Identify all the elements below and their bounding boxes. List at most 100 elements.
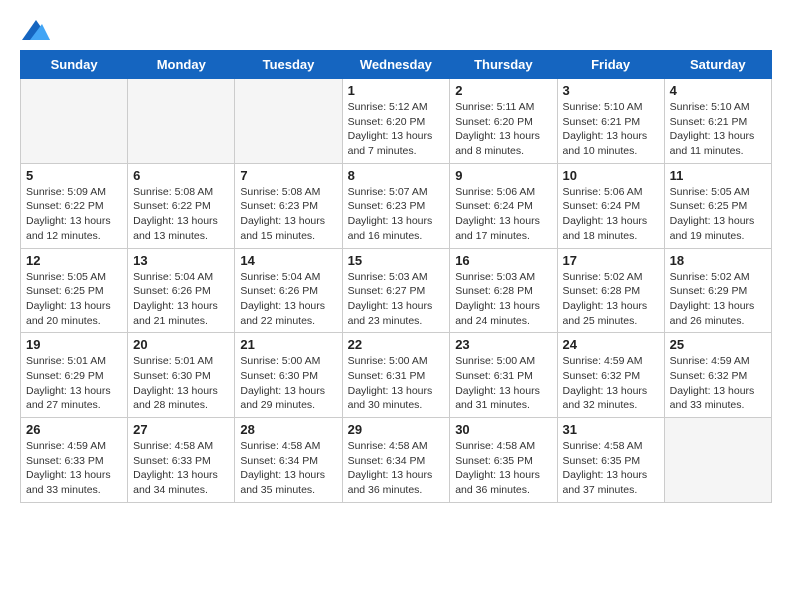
day-header-tuesday: Tuesday (235, 51, 342, 79)
calendar-cell: 12 Sunrise: 5:05 AM Sunset: 6:25 PM Dayli… (21, 248, 128, 333)
day-number: 9 (455, 168, 551, 183)
day-number: 25 (670, 337, 766, 352)
calendar-cell: 30 Sunrise: 4:58 AM Sunset: 6:35 PM Dayli… (450, 418, 557, 503)
day-number: 4 (670, 83, 766, 98)
day-number: 5 (26, 168, 122, 183)
day-info: Sunrise: 5:04 AM Sunset: 6:26 PM Dayligh… (240, 270, 336, 329)
calendar-cell: 1 Sunrise: 5:12 AM Sunset: 6:20 PM Daylig… (342, 79, 450, 164)
day-number: 17 (563, 253, 659, 268)
day-number: 8 (348, 168, 445, 183)
day-info: Sunrise: 4:59 AM Sunset: 6:33 PM Dayligh… (26, 439, 122, 498)
day-info: Sunrise: 5:05 AM Sunset: 6:25 PM Dayligh… (670, 185, 766, 244)
calendar-cell: 5Sunrise: 5:09 AM Sunset: 6:22 PM Daylig… (21, 163, 128, 248)
day-number: 10 (563, 168, 659, 183)
page-header (20, 20, 772, 34)
calendar-cell: 28 Sunrise: 4:58 AM Sunset: 6:34 PM Dayli… (235, 418, 342, 503)
day-info: Sunrise: 4:58 AM Sunset: 6:35 PM Dayligh… (455, 439, 551, 498)
day-number: 14 (240, 253, 336, 268)
calendar-cell: 17 Sunrise: 5:02 AM Sunset: 6:28 PM Dayli… (557, 248, 664, 333)
day-info: Sunrise: 5:00 AM Sunset: 6:30 PM Dayligh… (240, 354, 336, 413)
day-header-sunday: Sunday (21, 51, 128, 79)
day-info: Sunrise: 5:12 AM Sunset: 6:20 PM Dayligh… (348, 100, 445, 159)
day-number: 18 (670, 253, 766, 268)
calendar-cell: 24 Sunrise: 4:59 AM Sunset: 6:32 PM Dayli… (557, 333, 664, 418)
day-info: Sunrise: 4:58 AM Sunset: 6:33 PM Dayligh… (133, 439, 229, 498)
day-number: 29 (348, 422, 445, 437)
day-number: 1 (348, 83, 445, 98)
calendar-week-5: 26Sunrise: 4:59 AM Sunset: 6:33 PM Dayli… (21, 418, 772, 503)
day-info: Sunrise: 5:00 AM Sunset: 6:31 PM Dayligh… (348, 354, 445, 413)
calendar-cell: 6 Sunrise: 5:08 AM Sunset: 6:22 PM Daylig… (128, 163, 235, 248)
day-info: Sunrise: 4:59 AM Sunset: 6:32 PM Dayligh… (563, 354, 659, 413)
day-number: 2 (455, 83, 551, 98)
calendar-week-3: 12 Sunrise: 5:05 AM Sunset: 6:25 PM Dayli… (21, 248, 772, 333)
day-header-saturday: Saturday (664, 51, 771, 79)
day-number: 13 (133, 253, 229, 268)
day-number: 23 (455, 337, 551, 352)
day-number: 6 (133, 168, 229, 183)
day-info: Sunrise: 5:06 AM Sunset: 6:24 PM Dayligh… (455, 185, 551, 244)
logo-icon (22, 20, 50, 40)
calendar-cell: 4Sunrise: 5:10 AM Sunset: 6:21 PM Daylig… (664, 79, 771, 164)
calendar-cell: 16Sunrise: 5:03 AM Sunset: 6:28 PM Dayli… (450, 248, 557, 333)
day-number: 21 (240, 337, 336, 352)
day-info: Sunrise: 5:03 AM Sunset: 6:27 PM Dayligh… (348, 270, 445, 329)
calendar-cell: 3 Sunrise: 5:10 AM Sunset: 6:21 PM Daylig… (557, 79, 664, 164)
day-info: Sunrise: 4:58 AM Sunset: 6:34 PM Dayligh… (348, 439, 445, 498)
day-header-wednesday: Wednesday (342, 51, 450, 79)
calendar-week-2: 5Sunrise: 5:09 AM Sunset: 6:22 PM Daylig… (21, 163, 772, 248)
calendar-cell: 26Sunrise: 4:59 AM Sunset: 6:33 PM Dayli… (21, 418, 128, 503)
day-info: Sunrise: 5:04 AM Sunset: 6:26 PM Dayligh… (133, 270, 229, 329)
calendar-cell: 9 Sunrise: 5:06 AM Sunset: 6:24 PM Daylig… (450, 163, 557, 248)
day-info: Sunrise: 5:01 AM Sunset: 6:29 PM Dayligh… (26, 354, 122, 413)
day-info: Sunrise: 5:02 AM Sunset: 6:29 PM Dayligh… (670, 270, 766, 329)
day-number: 19 (26, 337, 122, 352)
day-info: Sunrise: 5:01 AM Sunset: 6:30 PM Dayligh… (133, 354, 229, 413)
calendar-cell: 27 Sunrise: 4:58 AM Sunset: 6:33 PM Dayli… (128, 418, 235, 503)
calendar-cell: 31 Sunrise: 4:58 AM Sunset: 6:35 PM Dayli… (557, 418, 664, 503)
calendar-cell: 13 Sunrise: 5:04 AM Sunset: 6:26 PM Dayli… (128, 248, 235, 333)
day-info: Sunrise: 5:08 AM Sunset: 6:22 PM Dayligh… (133, 185, 229, 244)
day-number: 20 (133, 337, 229, 352)
calendar-cell: 29 Sunrise: 4:58 AM Sunset: 6:34 PM Dayli… (342, 418, 450, 503)
day-info: Sunrise: 5:11 AM Sunset: 6:20 PM Dayligh… (455, 100, 551, 159)
calendar-cell (128, 79, 235, 164)
day-info: Sunrise: 5:06 AM Sunset: 6:24 PM Dayligh… (563, 185, 659, 244)
day-info: Sunrise: 5:10 AM Sunset: 6:21 PM Dayligh… (563, 100, 659, 159)
calendar-cell: 10 Sunrise: 5:06 AM Sunset: 6:24 PM Dayli… (557, 163, 664, 248)
calendar-cell (21, 79, 128, 164)
calendar-cell: 18 Sunrise: 5:02 AM Sunset: 6:29 PM Dayli… (664, 248, 771, 333)
day-number: 24 (563, 337, 659, 352)
calendar-header-row: SundayMondayTuesdayWednesdayThursdayFrid… (21, 51, 772, 79)
day-info: Sunrise: 5:07 AM Sunset: 6:23 PM Dayligh… (348, 185, 445, 244)
day-number: 30 (455, 422, 551, 437)
day-info: Sunrise: 5:00 AM Sunset: 6:31 PM Dayligh… (455, 354, 551, 413)
calendar-cell (664, 418, 771, 503)
calendar-cell: 19 Sunrise: 5:01 AM Sunset: 6:29 PM Dayli… (21, 333, 128, 418)
day-number: 7 (240, 168, 336, 183)
day-header-friday: Friday (557, 51, 664, 79)
day-number: 3 (563, 83, 659, 98)
calendar-cell: 2 Sunrise: 5:11 AM Sunset: 6:20 PM Daylig… (450, 79, 557, 164)
day-number: 27 (133, 422, 229, 437)
calendar-table: SundayMondayTuesdayWednesdayThursdayFrid… (20, 50, 772, 503)
calendar-cell: 15 Sunrise: 5:03 AM Sunset: 6:27 PM Dayli… (342, 248, 450, 333)
calendar-week-4: 19 Sunrise: 5:01 AM Sunset: 6:29 PM Dayli… (21, 333, 772, 418)
day-info: Sunrise: 5:05 AM Sunset: 6:25 PM Dayligh… (26, 270, 122, 329)
calendar-cell: 20 Sunrise: 5:01 AM Sunset: 6:30 PM Dayli… (128, 333, 235, 418)
day-number: 31 (563, 422, 659, 437)
calendar-cell (235, 79, 342, 164)
day-info: Sunrise: 4:58 AM Sunset: 6:35 PM Dayligh… (563, 439, 659, 498)
day-info: Sunrise: 4:58 AM Sunset: 6:34 PM Dayligh… (240, 439, 336, 498)
day-number: 15 (348, 253, 445, 268)
day-info: Sunrise: 5:03 AM Sunset: 6:28 PM Dayligh… (455, 270, 551, 329)
calendar-cell: 7 Sunrise: 5:08 AM Sunset: 6:23 PM Daylig… (235, 163, 342, 248)
day-number: 12 (26, 253, 122, 268)
logo (20, 20, 50, 34)
calendar-week-1: 1 Sunrise: 5:12 AM Sunset: 6:20 PM Daylig… (21, 79, 772, 164)
day-info: Sunrise: 5:02 AM Sunset: 6:28 PM Dayligh… (563, 270, 659, 329)
day-info: Sunrise: 4:59 AM Sunset: 6:32 PM Dayligh… (670, 354, 766, 413)
day-number: 28 (240, 422, 336, 437)
day-header-monday: Monday (128, 51, 235, 79)
day-info: Sunrise: 5:08 AM Sunset: 6:23 PM Dayligh… (240, 185, 336, 244)
